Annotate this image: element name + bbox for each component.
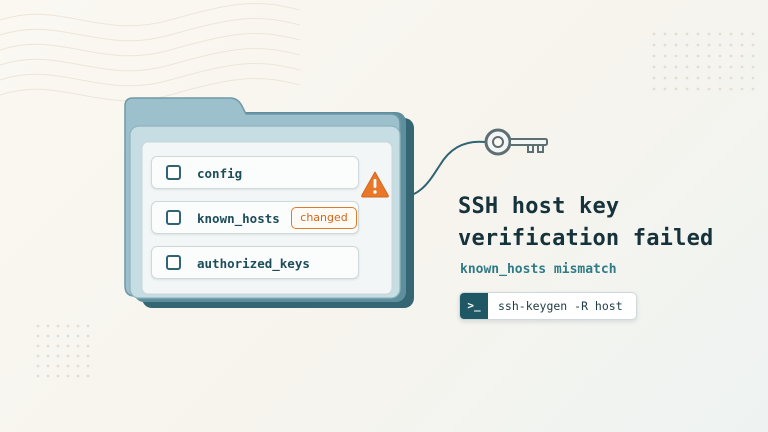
key-icon bbox=[484, 128, 548, 156]
checkbox-icon[interactable] bbox=[166, 210, 181, 225]
file-name-label: known_hosts bbox=[197, 211, 280, 226]
error-subtitle: known_hosts mismatch bbox=[460, 262, 617, 277]
dot-grid-decoration bbox=[652, 32, 755, 91]
terminal-prompt-icon: >_ bbox=[460, 293, 488, 319]
checkbox-icon[interactable] bbox=[166, 165, 181, 180]
file-name-label: authorized_keys bbox=[197, 256, 310, 271]
command-text[interactable]: ssh-keygen -R host bbox=[498, 293, 623, 319]
error-heading-line-1: SSH host key bbox=[458, 194, 620, 219]
file-row-config[interactable]: config bbox=[151, 156, 359, 189]
checkbox-icon[interactable] bbox=[166, 255, 181, 270]
file-row-authorized-keys[interactable]: authorized_keys bbox=[151, 246, 359, 279]
error-heading-line-2: verification failed bbox=[458, 226, 714, 251]
file-name-label: config bbox=[197, 166, 243, 181]
warning-triangle-icon bbox=[361, 171, 389, 198]
dot-grid-decoration bbox=[36, 324, 90, 378]
command-box[interactable]: >_ ssh-keygen -R host bbox=[459, 292, 637, 320]
file-row-known-hosts[interactable]: known_hosts changed bbox=[151, 201, 359, 234]
changed-badge: changed bbox=[291, 207, 357, 229]
